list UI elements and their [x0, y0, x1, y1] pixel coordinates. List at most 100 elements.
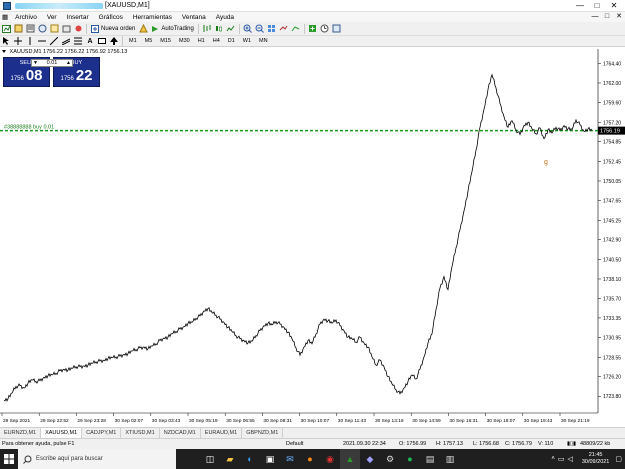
metaeditor-icon[interactable] [138, 24, 148, 34]
text-tool-icon[interactable]: A [85, 36, 95, 46]
status-bar: Para obtener ayuda, pulse F1 Default 202… [0, 438, 625, 449]
line-chart-icon[interactable] [226, 24, 236, 34]
child-close-button[interactable]: ✕ [613, 12, 625, 22]
menu-graficos[interactable]: Gráficos [94, 14, 128, 21]
zoom-in-icon[interactable] [243, 24, 253, 34]
minimize-button[interactable]: — [573, 0, 587, 12]
chart-marker: g [544, 159, 548, 166]
close-button[interactable]: ✕ [607, 0, 621, 12]
tab-nzdcad[interactable]: NZDCAD,M1 [160, 428, 201, 438]
timeframe-m5[interactable]: M5 [141, 38, 157, 44]
terminal-icon[interactable] [61, 24, 71, 34]
bar-chart-icon[interactable] [202, 24, 212, 34]
menu-ayuda[interactable]: Ayuda [211, 14, 239, 21]
timeframe-w1[interactable]: W1 [239, 38, 255, 44]
timeframe-h1[interactable]: H1 [194, 38, 209, 44]
arrows-icon[interactable] [109, 36, 119, 46]
x-tick-label: 29 Sep 23:28 [77, 418, 106, 424]
x-tick-label: 30 Sep 10:07 [301, 418, 330, 424]
task-view-icon[interactable]: ◫ [200, 449, 220, 469]
label-tool-icon[interactable] [97, 36, 107, 46]
mail-icon[interactable]: ✉ [280, 449, 300, 469]
app-icon-4[interactable]: ▥ [440, 449, 460, 469]
horizontal-line-icon[interactable] [37, 36, 47, 46]
tab-euraud[interactable]: EURAUD,M1 [201, 428, 243, 438]
settings-icon[interactable]: ⚙ [380, 449, 400, 469]
media-icon[interactable]: ◉ [320, 449, 340, 469]
menu-herramientas[interactable]: Herramientas [128, 14, 177, 21]
window-title: [XAUUSD,M1] [105, 2, 150, 9]
indicators-icon[interactable] [308, 24, 318, 34]
cursor-icon[interactable] [1, 36, 11, 46]
new-order-button[interactable]: Nueva orden [89, 24, 137, 33]
start-button[interactable] [0, 449, 18, 469]
status-volume: V: 110 [538, 441, 554, 447]
child-minimize-button[interactable]: — [589, 12, 601, 22]
spotify-icon[interactable]: ● [400, 449, 420, 469]
x-tick-label: 30 Sep 21:19 [561, 418, 590, 424]
taskbar-search-box[interactable]: Escribe aquí para buscar [18, 449, 176, 469]
periods-icon[interactable] [320, 24, 330, 34]
windows-logo-icon [4, 454, 14, 464]
timeframe-mn[interactable]: MN [255, 38, 272, 44]
child-restore-button[interactable]: □ [601, 12, 613, 22]
file-explorer-icon[interactable]: ▰ [220, 449, 240, 469]
tile-windows-icon[interactable] [267, 24, 277, 34]
candlestick-icon[interactable] [214, 24, 224, 34]
vertical-line-icon[interactable] [25, 36, 35, 46]
tray-chevron-icon[interactable]: ˄ [551, 456, 555, 462]
chart-menu-icon[interactable]: ▦ [0, 13, 10, 21]
crosshair-icon[interactable] [13, 36, 23, 46]
x-tick-label: 30 Sep 16:31 [449, 418, 478, 424]
price-chart: 1764.40 1762.00 1759.60 1757.20 1754.85 1752.… [0, 49, 625, 424]
maximize-button[interactable]: □ [590, 0, 604, 12]
chart-window[interactable]: 1764.40 1762.00 1759.60 1757.20 1754.85 1752.… [0, 47, 625, 427]
lot-size-input[interactable]: ▼ 0.01 ▲ [31, 59, 73, 67]
lot-decrease-icon[interactable]: ▼ [33, 60, 38, 67]
timeframe-m15[interactable]: M15 [156, 38, 175, 44]
menu-insertar[interactable]: Insertar [62, 14, 94, 21]
data-window-icon[interactable] [37, 24, 47, 34]
notifications-icon[interactable]: ▢ [615, 455, 622, 463]
new-chart-icon[interactable] [1, 24, 11, 34]
navigator-icon[interactable] [49, 24, 59, 34]
market-watch-icon[interactable] [25, 24, 35, 34]
app-icon-3[interactable]: ▤ [420, 449, 440, 469]
tab-cadjpy[interactable]: CADJPY,M1 [82, 428, 122, 438]
autoscroll-icon[interactable] [291, 24, 301, 34]
tab-gbpnzd[interactable]: GBPNZD,M1 [242, 428, 284, 438]
templates-icon[interactable] [332, 24, 342, 34]
tab-eurnzd[interactable]: EURNZD,M1 [0, 428, 42, 438]
chart-shift-icon[interactable] [279, 24, 289, 34]
connection-bars-icon: ▮▯▮ [567, 441, 577, 447]
zoom-out-icon[interactable] [255, 24, 265, 34]
app-icon-2[interactable]: ◆ [360, 449, 380, 469]
edge-icon[interactable]: ◐ [240, 449, 260, 469]
profiles-icon[interactable] [13, 24, 23, 34]
status-close: C: 1756.79 [505, 441, 532, 447]
channel-icon[interactable] [61, 36, 71, 46]
firefox-icon[interactable]: ● [300, 449, 320, 469]
lot-increase-icon[interactable]: ▲ [66, 60, 71, 67]
taskbar-clock[interactable]: 21:45 30/09/2021 [582, 452, 610, 466]
fibonacci-icon[interactable] [73, 36, 83, 46]
tab-xauusd[interactable]: XAUUSD,M1 [41, 428, 83, 438]
tab-xtiusd[interactable]: XTIUSD,M1 [121, 428, 160, 438]
volume-icon[interactable]: ◁ [567, 455, 572, 463]
menu-ventana[interactable]: Ventana [177, 14, 211, 21]
menu-ver[interactable]: Ver [42, 14, 62, 21]
timeframe-h4[interactable]: H4 [209, 38, 224, 44]
menu-archivo[interactable]: Archivo [10, 14, 42, 21]
y-tick-group: 1764.40 1762.00 1759.60 1757.20 1754.85 1752.… [598, 61, 621, 400]
network-icon[interactable]: ▭ [558, 455, 565, 463]
windows-taskbar: Escribe aquí para buscar ◫ ▰ ◐ ▣ ✉ ● ◉ ▲… [0, 449, 625, 469]
timeframe-m30[interactable]: M30 [175, 38, 194, 44]
trendline-icon[interactable] [49, 36, 59, 46]
store-icon[interactable]: ▣ [260, 449, 280, 469]
timeframe-m1[interactable]: M1 [125, 38, 141, 44]
timeframe-d1[interactable]: D1 [224, 38, 239, 44]
autotrading-button[interactable]: AutoTrading [149, 25, 195, 33]
metatrader-icon[interactable]: ▲ [340, 449, 360, 469]
strategy-tester-icon[interactable] [73, 24, 83, 34]
buy-price-small: 1756 [60, 76, 74, 82]
